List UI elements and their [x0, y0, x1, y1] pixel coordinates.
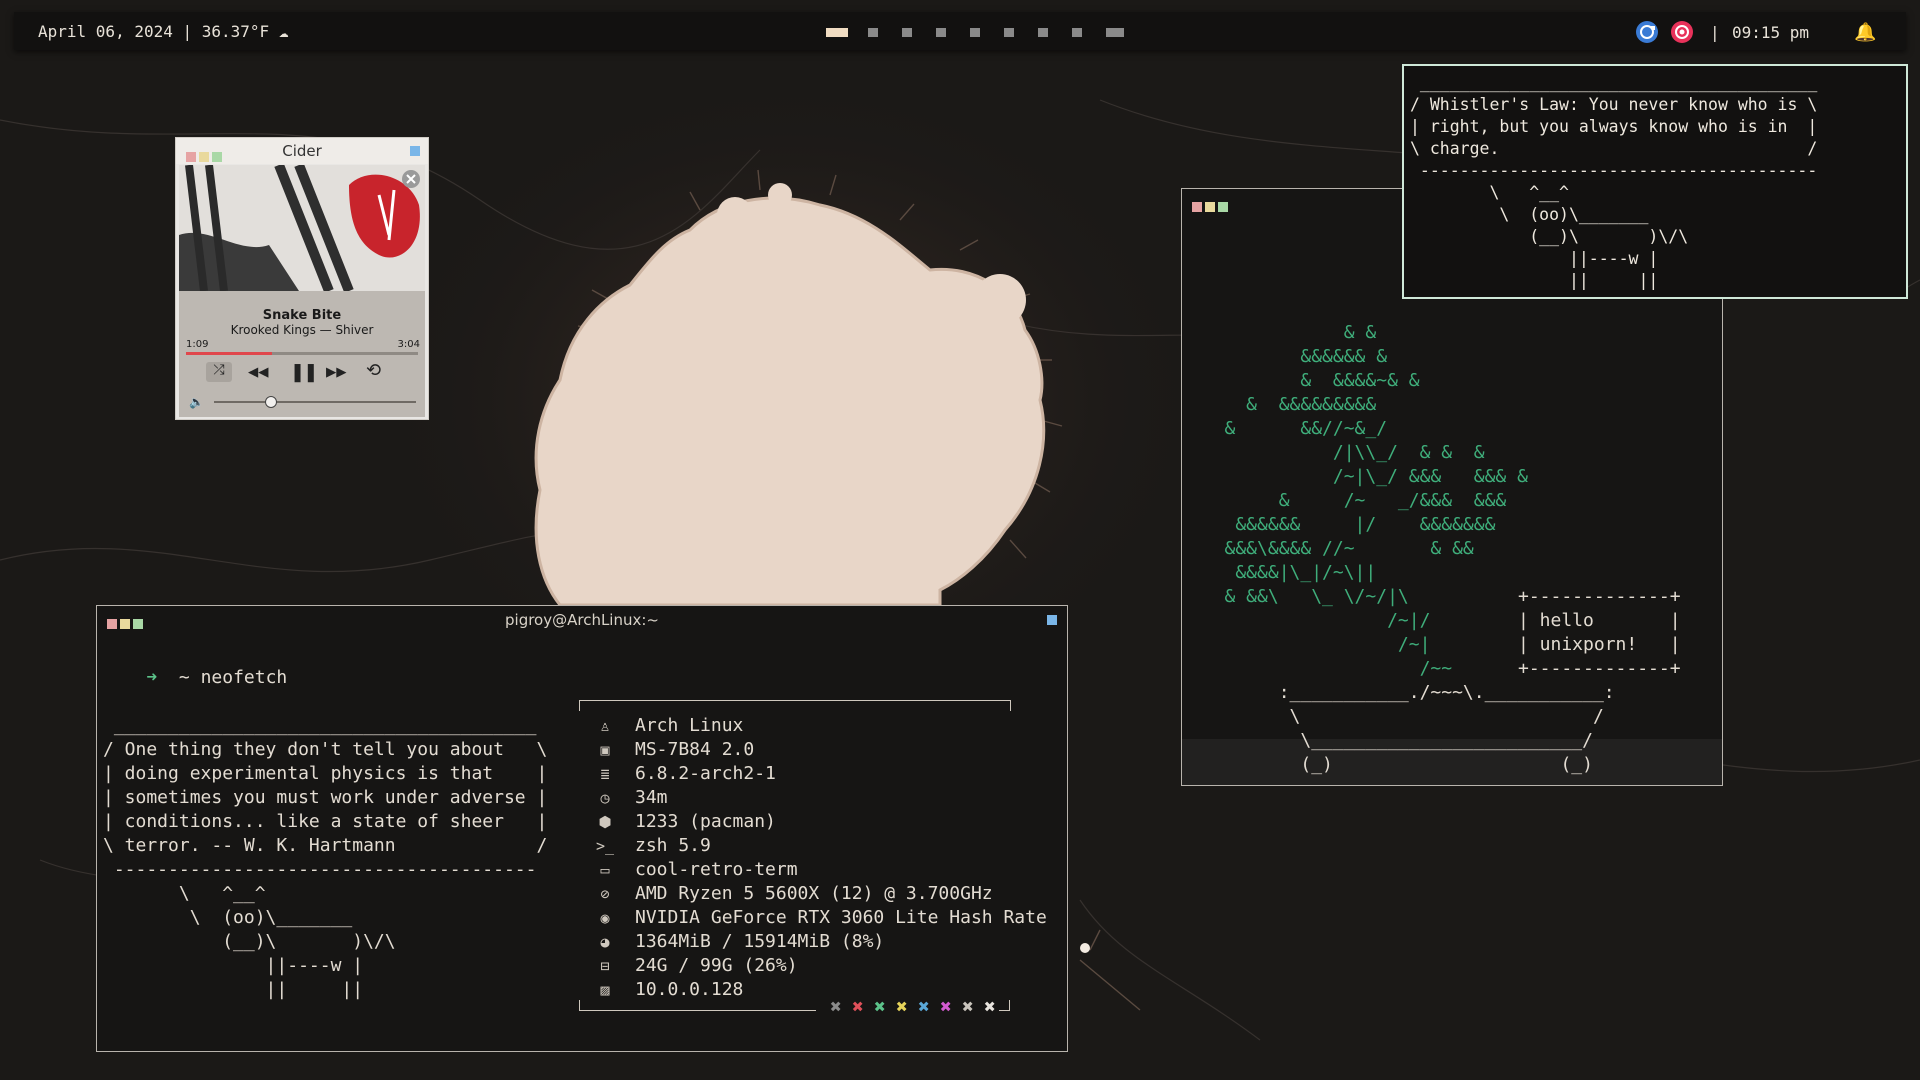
date-weather: April 06, 2024 | 36.37°F ☁: [38, 22, 289, 41]
terminal-title: pigroy@ArchLinux:~: [505, 611, 659, 629]
workspace-2[interactable]: [868, 28, 878, 37]
clock[interactable]: 09:15 pm: [1732, 23, 1809, 42]
color-palette: ✖ ✖ ✖ ✖ ✖ ✖ ✖ ✖: [825, 996, 1001, 1020]
progress-fill: [186, 352, 272, 355]
memory-icon: ◕: [600, 933, 610, 951]
workspace-5[interactable]: [970, 28, 980, 37]
neofetch-value: 34m: [635, 787, 668, 808]
color-swatch-icon: ✖: [852, 996, 864, 1018]
package-icon: ⬢: [598, 813, 612, 831]
neofetch-box: ♙ Arch Linux ▣ MS-7B84 2.0 ≣ 6.8.2-arch2-1 ◷ 34…: [579, 700, 1047, 1018]
color-swatch-icon: ✖: [962, 996, 974, 1018]
tray-separator: |: [1710, 23, 1720, 42]
elapsed-time: 1:09: [186, 339, 209, 350]
neofetch-value: 1364MiB / 15914MiB (8%): [635, 931, 885, 952]
previous-icon[interactable]: ◀◀: [248, 362, 268, 382]
workspace-7[interactable]: [1038, 28, 1048, 37]
cider-player-window: Cider Snake Bite Krooked Kings — Shiver …: [175, 137, 429, 420]
neofetch-value: 1233 (pacman): [635, 811, 776, 832]
track-title: Snake Bite: [262, 308, 342, 323]
terminal-float-button[interactable]: [1047, 615, 1057, 625]
sync-icon[interactable]: [1636, 21, 1658, 43]
neofetch-value: zsh 5.9: [635, 835, 711, 856]
album-art: [179, 165, 425, 291]
cider-title: Cider: [282, 142, 322, 160]
gpu-icon: ◉: [600, 909, 610, 927]
shell-icon: >_: [595, 837, 615, 855]
neofetch-value: 10.0.0.128: [635, 979, 744, 1000]
motherboard-icon: ▣: [600, 741, 610, 759]
cider-float-button[interactable]: [410, 146, 420, 156]
shuffle-icon[interactable]: ⤮: [206, 362, 232, 382]
color-swatch-icon: ✖: [830, 996, 842, 1018]
cowsay-output: _______________________________________ …: [103, 715, 548, 1000]
neofetch-value: AMD Ryzen 5 5600X (12) @ 3.700GHz: [635, 883, 993, 904]
arch-icon: ♙: [600, 717, 610, 735]
prompt-arrow: ➜: [146, 667, 158, 688]
next-icon[interactable]: ▶▶: [326, 362, 346, 382]
color-swatch-icon: ✖: [896, 996, 908, 1018]
repeat-icon[interactable]: ⟲: [366, 360, 381, 381]
neofetch-value: 6.8.2-arch2-1: [635, 763, 776, 784]
bonsai-tree: & & &&&&&& & & &&&&~& & & &&&&&&&&& & &&…: [1224, 322, 1528, 679]
color-swatch-icon: ✖: [918, 996, 930, 1018]
fortune-popup: ________________________________________…: [1402, 64, 1908, 299]
neofetch-value: Arch Linux: [635, 715, 744, 736]
tray: | 09:15 pm 🔔: [1636, 19, 1876, 43]
workspace-9[interactable]: [1106, 28, 1124, 37]
top-bar: April 06, 2024 | 36.37°F ☁ | 09:15 pm 🔔: [14, 12, 1906, 50]
network-icon: ▨: [600, 981, 610, 999]
workspace-3[interactable]: [902, 28, 912, 37]
neofetch-value: cool-retro-term: [635, 859, 798, 880]
hello-box: +-------------+ | hello | | unixporn! | …: [1518, 586, 1681, 679]
color-swatch-icon: ✖: [940, 996, 952, 1018]
workspace-4[interactable]: [936, 28, 946, 37]
cpu-icon: ⊘: [600, 885, 610, 903]
terminal-icon: ▭: [600, 861, 610, 879]
prompt-command: ~ neofetch: [178, 667, 288, 688]
terminal-window: pigroy@ArchLinux:~ ➜ ~ neofetch ________…: [96, 605, 1068, 1052]
uptime-icon: ◷: [600, 789, 610, 807]
workspace-1[interactable]: [826, 28, 848, 37]
neofetch-value: MS-7B84 2.0: [635, 739, 755, 760]
volume-icon[interactable]: 🔈: [189, 395, 204, 409]
volume-slider[interactable]: [214, 396, 416, 408]
kernel-icon: ≣: [600, 765, 610, 783]
progress-bar[interactable]: [186, 352, 418, 355]
disk-icon: ⊟: [600, 957, 610, 975]
bonsai-pot: :___________./~~~\.___________: \ / \___…: [1278, 682, 1615, 775]
bell-icon[interactable]: 🔔: [1854, 22, 1876, 43]
track-artist: Krooked Kings — Shiver: [230, 323, 374, 337]
workspace-6[interactable]: [1004, 28, 1014, 37]
record-icon[interactable]: [1671, 21, 1693, 43]
color-swatch-icon: ✖: [874, 996, 886, 1018]
color-swatch-icon: ✖: [984, 996, 996, 1018]
fortune-text: ________________________________________…: [1410, 73, 1818, 290]
duration-time: 3:04: [397, 339, 420, 350]
pause-icon[interactable]: ❚❚: [291, 360, 318, 385]
volume-knob[interactable]: [264, 396, 277, 408]
workspace-8[interactable]: [1072, 28, 1082, 37]
neofetch-value: NVIDIA GeForce RTX 3060 Lite Hash Rate: [635, 907, 1047, 928]
neofetch-value: 24G / 99G (26%): [635, 955, 798, 976]
